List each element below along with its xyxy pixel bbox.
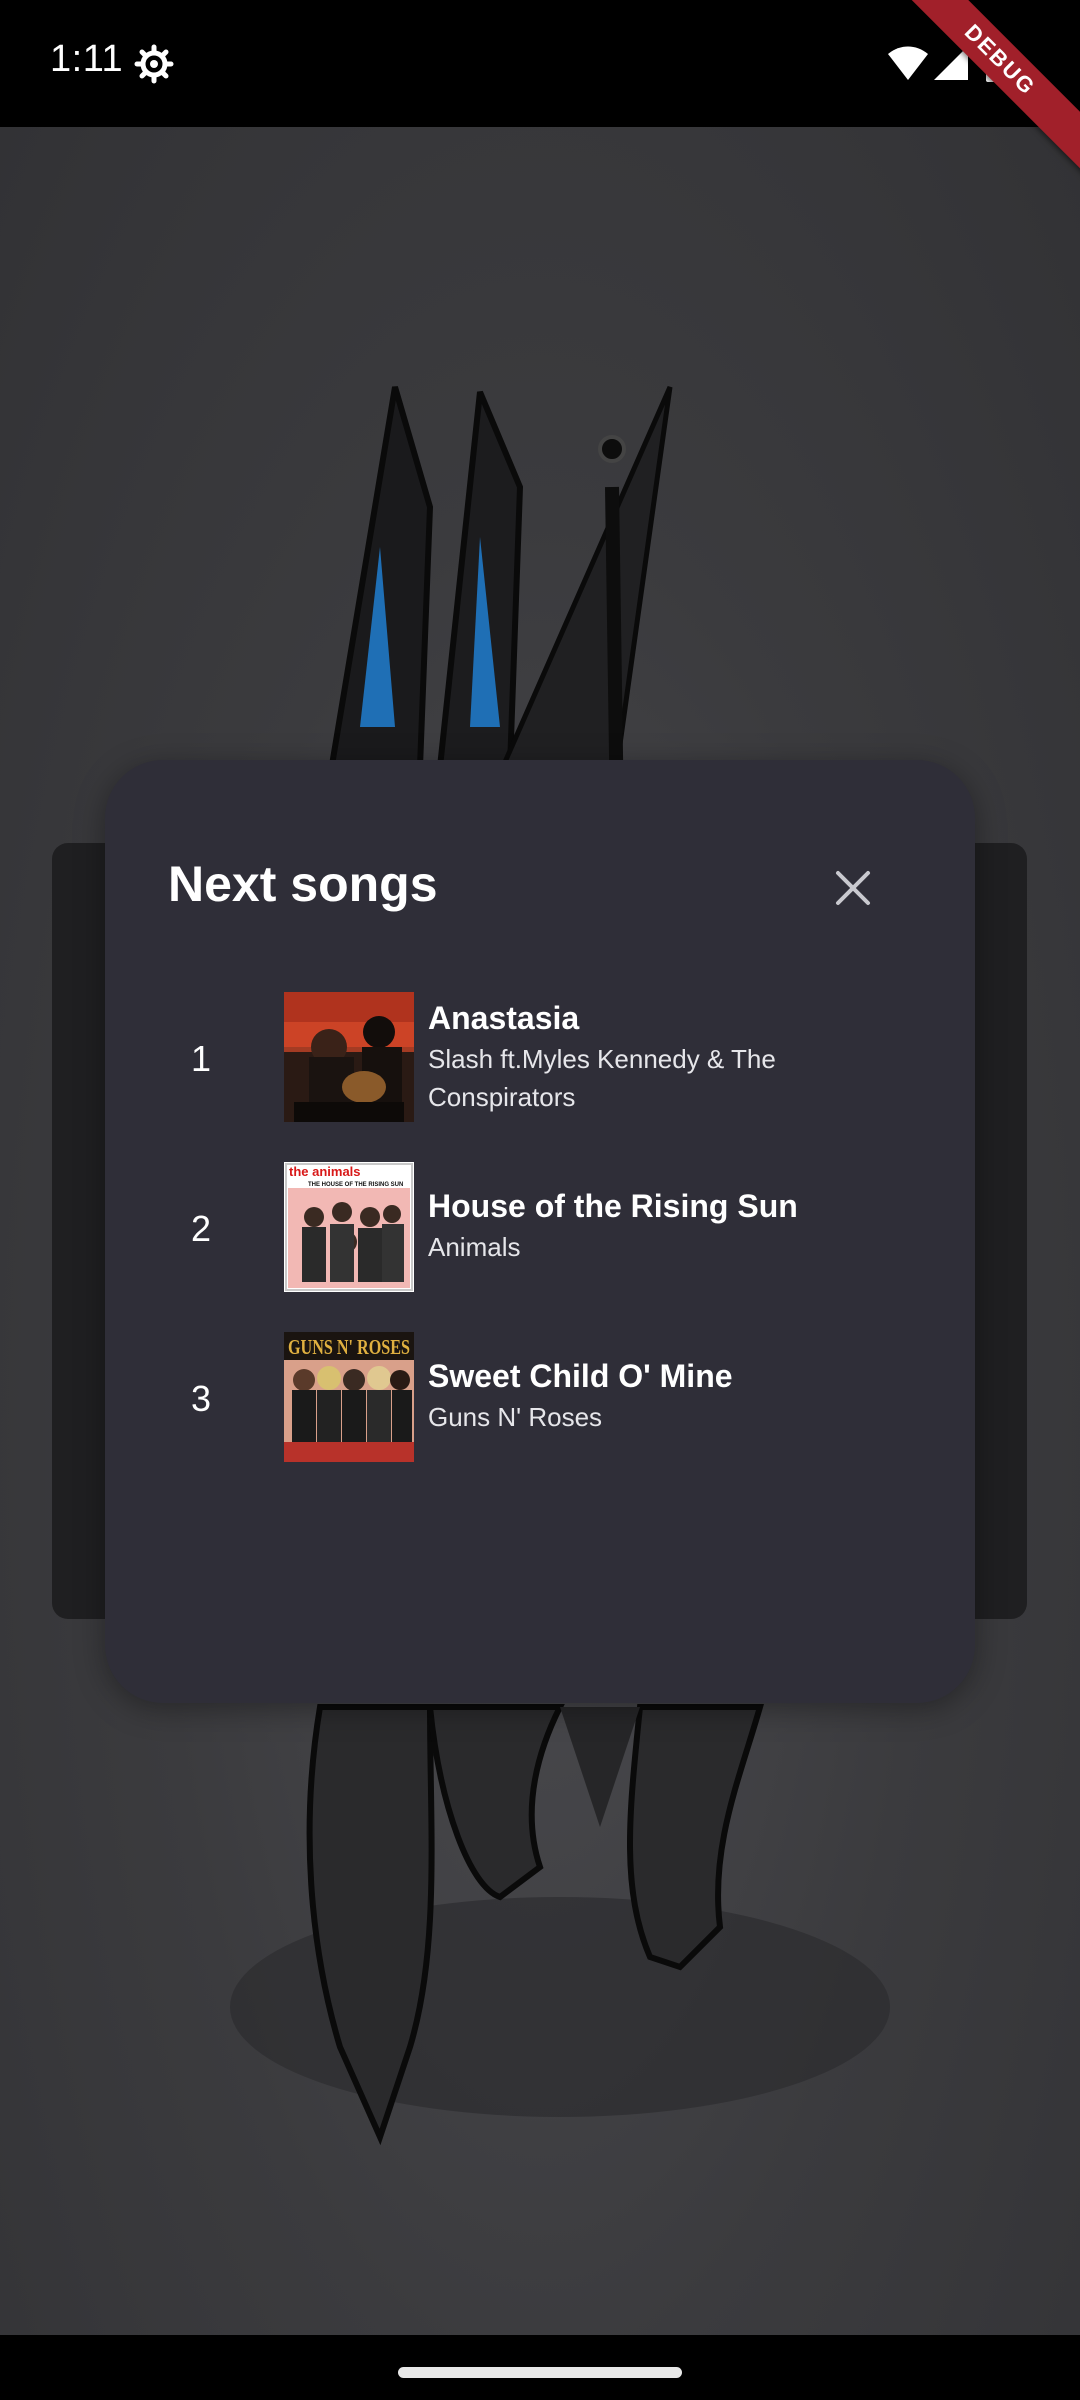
next-songs-dialog: Next songs 1 Anastasia Slash ft.Myles Ke… (105, 760, 975, 1703)
status-bar: 1:11 DEBUG (0, 0, 1080, 181)
album-text: GUNS N' ROSES (288, 1335, 410, 1359)
status-time: 1:11 (50, 38, 124, 80)
dialog-title: Next songs (168, 856, 438, 912)
song-index: 2 (190, 1208, 212, 1249)
song-row[interactable]: 2 the animals THE HOUSE OF THE RISING SU… (155, 1162, 935, 1302)
song-text: Anastasia Slash ft.Myles Kennedy & The C… (428, 998, 908, 1116)
album-text: THE HOUSE OF THE RISING SUN (308, 1182, 403, 1188)
song-artist: Animals (428, 1232, 521, 1262)
navigation-bar (0, 2335, 1080, 2400)
close-icon[interactable] (823, 858, 883, 918)
song-artist-line: Slash ft.Myles Kennedy & The (428, 1044, 776, 1074)
settings-gear-icon (134, 44, 174, 84)
song-row[interactable]: 1 Anastasia Slash ft.Myles Kennedy & The… (155, 992, 935, 1132)
song-row[interactable]: 3 GUNS N' ROSES Sweet Child O' Mine Guns… (155, 1332, 935, 1472)
song-artist: Guns N' Roses (428, 1402, 603, 1432)
album-art (284, 992, 414, 1122)
song-title: House of the Rising Sun (428, 1188, 798, 1224)
home-gesture-handle[interactable] (398, 2367, 682, 2378)
wifi-icon (888, 46, 928, 80)
song-text: Sweet Child O' Mine Guns N' Roses (428, 1356, 908, 1436)
song-index: 1 (190, 1038, 212, 1079)
album-text: the animals (289, 1164, 361, 1179)
album-art: GUNS N' ROSES (284, 1332, 414, 1462)
song-title: Anastasia (428, 1000, 580, 1036)
song-artist-line: Conspirators (428, 1082, 576, 1112)
song-artist: Slash ft.Myles Kennedy & The Conspirator… (428, 1040, 908, 1116)
album-art: the animals THE HOUSE OF THE RISING SUN (284, 1162, 414, 1292)
song-text: House of the Rising Sun Animals (428, 1186, 908, 1266)
app-root: 1:11 DEBUG Next songs 1 Anastasia Slash … (0, 0, 1080, 2400)
song-title: Sweet Child O' Mine (428, 1358, 733, 1394)
song-index: 3 (190, 1378, 212, 1419)
